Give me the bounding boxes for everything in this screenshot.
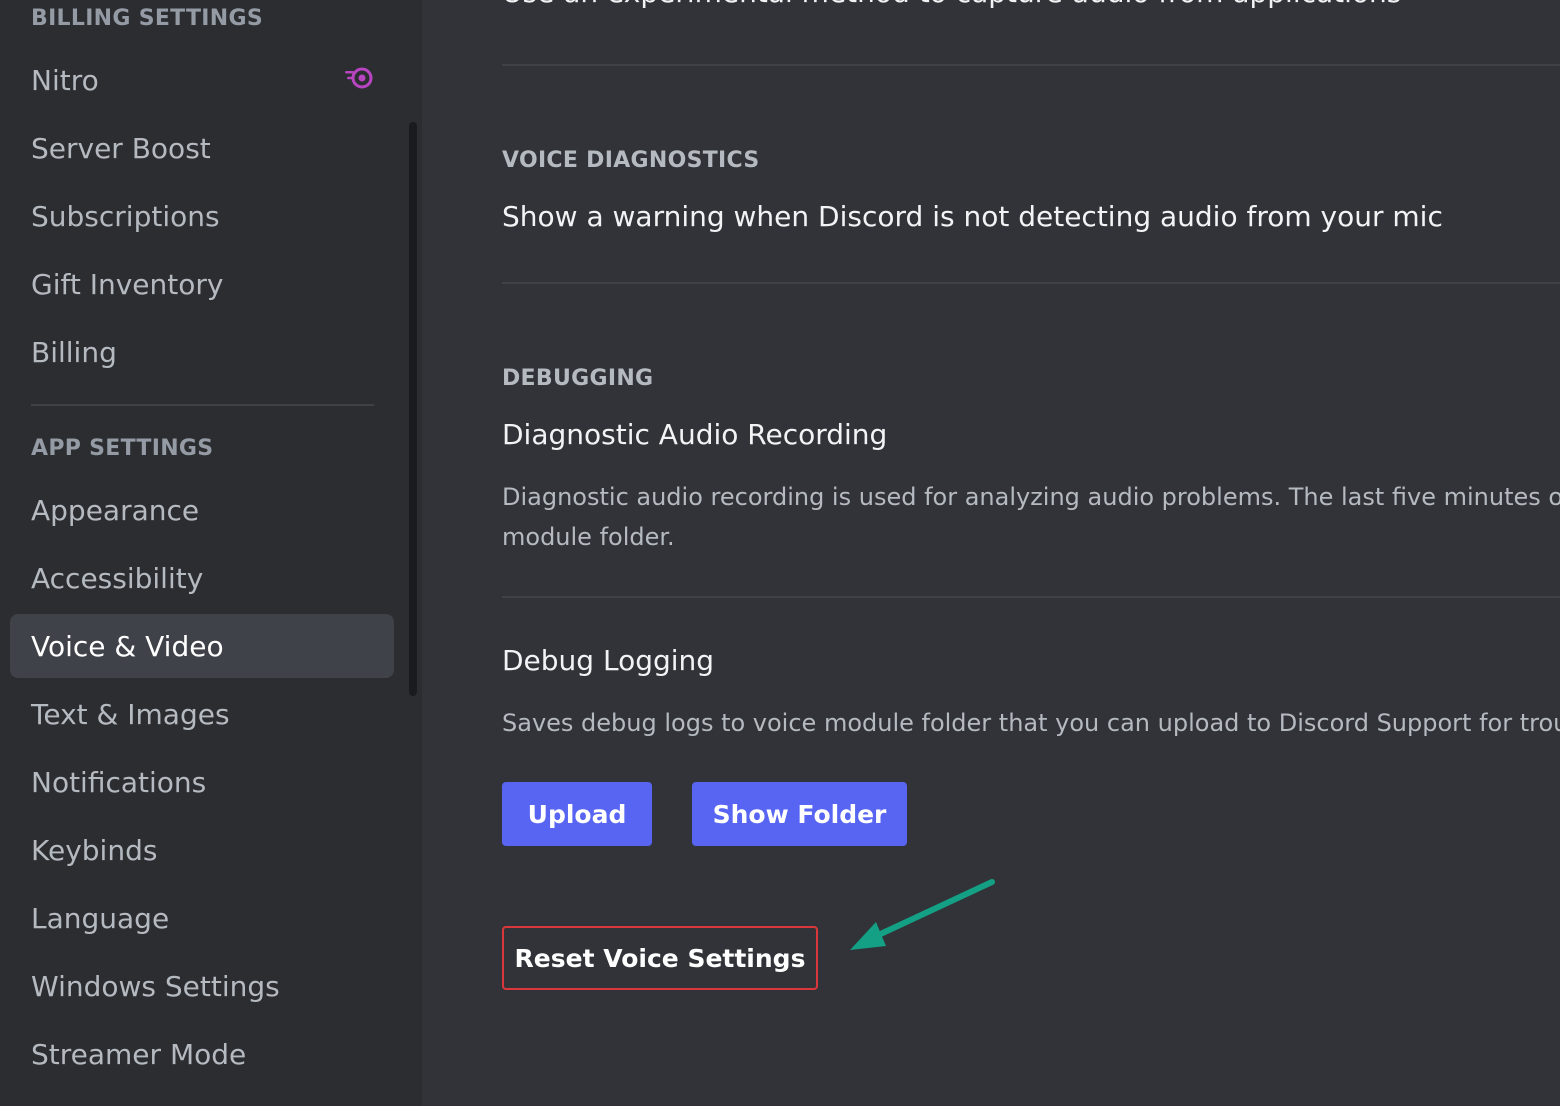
nitro-icon [345, 67, 373, 89]
sidebar-item-appearance[interactable]: Appearance [10, 478, 394, 542]
mic-warning-setting-title: Show a warning when Discord is not detec… [502, 200, 1443, 233]
description-line: Diagnostic audio recording is used for a… [502, 483, 1560, 511]
billing-settings-header: BILLING SETTINGS [31, 6, 263, 31]
voice-diagnostics-header: VOICE DIAGNOSTICS [502, 148, 760, 173]
sidebar-item-label: Language [31, 901, 170, 935]
debugging-header: DEBUGGING [502, 366, 654, 391]
section-divider [502, 282, 1560, 284]
sidebar-item-windows-settings[interactable]: Windows Settings [10, 954, 394, 1018]
sidebar-item-gift-inventory[interactable]: Gift Inventory [10, 252, 394, 316]
sidebar-item-label: Streamer Mode [31, 1037, 247, 1071]
sidebar-item-subscriptions[interactable]: Subscriptions [10, 184, 394, 248]
description-line: module folder. [502, 523, 675, 551]
sidebar-scrollbar[interactable] [409, 122, 417, 696]
sidebar-item-nitro[interactable]: Nitro [10, 48, 394, 112]
experimental-capture-setting-title: Use an experimental method to capture au… [502, 0, 1401, 9]
sidebar-item-server-boost[interactable]: Server Boost [10, 116, 394, 180]
sidebar-item-label: Text & Images [31, 697, 230, 731]
sidebar-item-accessibility[interactable]: Accessibility [10, 546, 394, 610]
settings-sidebar: BILLING SETTINGS Nitro Server Boost Subs… [0, 0, 422, 1106]
annotation-arrow-icon [850, 879, 995, 950]
reset-voice-settings-button[interactable]: Reset Voice Settings [502, 926, 818, 990]
debug-logging-description: Saves debug logs to voice module folder … [502, 709, 1560, 737]
sidebar-item-label: Keybinds [31, 833, 158, 867]
sidebar-item-streamer-mode[interactable]: Streamer Mode [10, 1022, 394, 1086]
sidebar-item-label: Voice & Video [31, 629, 224, 663]
sidebar-item-billing[interactable]: Billing [10, 320, 394, 384]
diagnostic-audio-recording-title: Diagnostic Audio Recording [502, 418, 888, 451]
sidebar-item-text-images[interactable]: Text & Images [10, 682, 394, 746]
sidebar-divider [31, 404, 374, 406]
sidebar-item-label: Nitro [31, 63, 99, 97]
app-settings-header: APP SETTINGS [31, 436, 214, 461]
sidebar-item-label: Server Boost [31, 131, 211, 165]
diagnostic-audio-recording-description: Diagnostic audio recording is used for a… [502, 477, 1560, 557]
sidebar-item-language[interactable]: Language [10, 886, 394, 950]
sidebar-item-label: Appearance [31, 493, 200, 527]
sidebar-item-label: Billing [31, 335, 117, 369]
upload-button[interactable]: Upload [502, 782, 652, 846]
sidebar-item-notifications[interactable]: Notifications [10, 750, 394, 814]
sidebar-item-label: Notifications [31, 765, 207, 799]
sidebar-item-keybinds[interactable]: Keybinds [10, 818, 394, 882]
voice-video-settings-panel: Use an experimental method to capture au… [422, 0, 1560, 1106]
sidebar-item-label: Subscriptions [31, 199, 220, 233]
debug-logging-title: Debug Logging [502, 644, 715, 677]
sidebar-item-label: Gift Inventory [31, 267, 224, 301]
show-folder-button[interactable]: Show Folder [692, 782, 907, 846]
sidebar-item-voice-video[interactable]: Voice & Video [10, 614, 394, 678]
section-divider [502, 596, 1560, 598]
sidebar-item-label: Windows Settings [31, 969, 280, 1003]
sidebar-item-label: Accessibility [31, 561, 204, 595]
section-divider [502, 64, 1560, 66]
